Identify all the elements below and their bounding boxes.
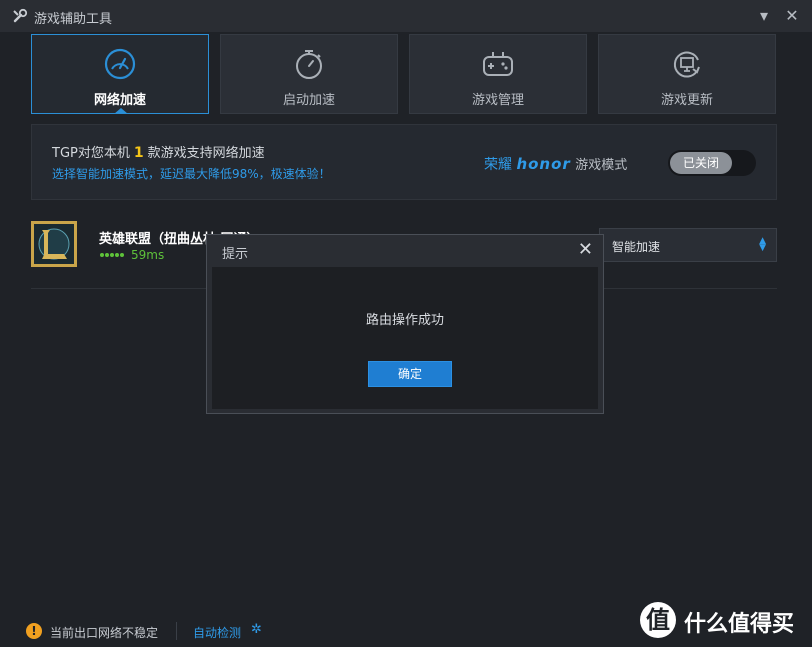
alert-dialog: 提示 ✕ 路由操作成功 确定 <box>206 234 604 414</box>
tab-label: 网络加速 <box>93 93 146 108</box>
dialog-title: 提示 <box>222 247 249 262</box>
tab-game-management[interactable]: 游戏管理 <box>409 34 587 114</box>
tab-bar: 网络加速 启动加速 游戏管理 游戏更新 <box>31 34 777 114</box>
honor-brand-logo: honor <box>516 155 571 173</box>
tab-launch-boost[interactable]: 启动加速 <box>220 34 398 114</box>
game-mode-toggle[interactable]: 已关闭 <box>668 150 756 176</box>
supported-games-text: TGP对您本机 1 款游戏支持网络加速 <box>52 142 265 161</box>
window-title: 游戏辅助工具 <box>34 12 113 27</box>
auto-detect-link[interactable]: 自动检测 <box>193 624 241 641</box>
dialog-body: 路由操作成功 确定 <box>212 267 598 409</box>
wrench-icon <box>13 8 28 23</box>
league-of-legends-logo <box>31 221 77 267</box>
supported-count: 1 <box>133 145 144 161</box>
stopwatch-icon <box>296 50 322 79</box>
boost-hint-text: 选择智能加速模式，延迟最大降低98%，极速体验！ <box>52 167 331 181</box>
speedometer-icon <box>104 48 136 80</box>
tab-label: 游戏管理 <box>471 93 524 108</box>
boost-mode-select[interactable]: 智能加速 ▲ ▼ <box>599 228 777 262</box>
network-status-text: 当前出口网络不稳定 <box>50 626 159 640</box>
footer-divider <box>176 622 177 640</box>
supported-prefix: TGP对您本机 <box>52 146 130 161</box>
toggle-state-label: 已关闭 <box>670 152 732 174</box>
game-mode-label: 游戏模式 <box>575 158 628 173</box>
ok-button[interactable]: 确定 <box>368 361 452 387</box>
tab-label: 游戏更新 <box>660 93 713 108</box>
watermark: 值 什么值得买 <box>640 602 810 642</box>
honor-game-mode-label: 荣耀 honor 游戏模式 <box>484 154 627 174</box>
supported-suffix: 款游戏支持网络加速 <box>147 146 265 161</box>
ping-value: 59ms <box>131 248 165 262</box>
gear-icon[interactable]: ✲ <box>251 622 262 637</box>
title-bar: 游戏辅助工具 ▾ ✕ <box>0 0 812 32</box>
tab-label: 启动加速 <box>282 93 335 108</box>
honor-cn-logo: 荣耀 <box>484 157 512 173</box>
tab-game-update[interactable]: 游戏更新 <box>598 34 776 114</box>
close-window-button[interactable]: ✕ <box>782 6 802 26</box>
watermark-text: 什么值得买 <box>684 612 795 637</box>
warning-icon: ! <box>26 623 42 639</box>
dialog-message: 路由操作成功 <box>365 313 444 328</box>
boost-mode-value: 智能加速 <box>612 240 661 254</box>
dialog-close-button[interactable]: ✕ <box>578 239 593 260</box>
updown-arrow-icon: ▲ ▼ <box>759 236 766 253</box>
minimize-button[interactable]: ▾ <box>754 6 774 26</box>
info-panel: TGP对您本机 1 款游戏支持网络加速 选择智能加速模式，延迟最大降低98%，极速体… <box>31 124 777 200</box>
watermark-logo-icon: 值 <box>640 602 676 638</box>
tab-network-boost[interactable]: 网络加速 <box>31 34 209 114</box>
gamepad-icon <box>483 52 513 76</box>
monitor-refresh-icon <box>673 51 700 78</box>
signal-strength-icon <box>100 253 124 257</box>
